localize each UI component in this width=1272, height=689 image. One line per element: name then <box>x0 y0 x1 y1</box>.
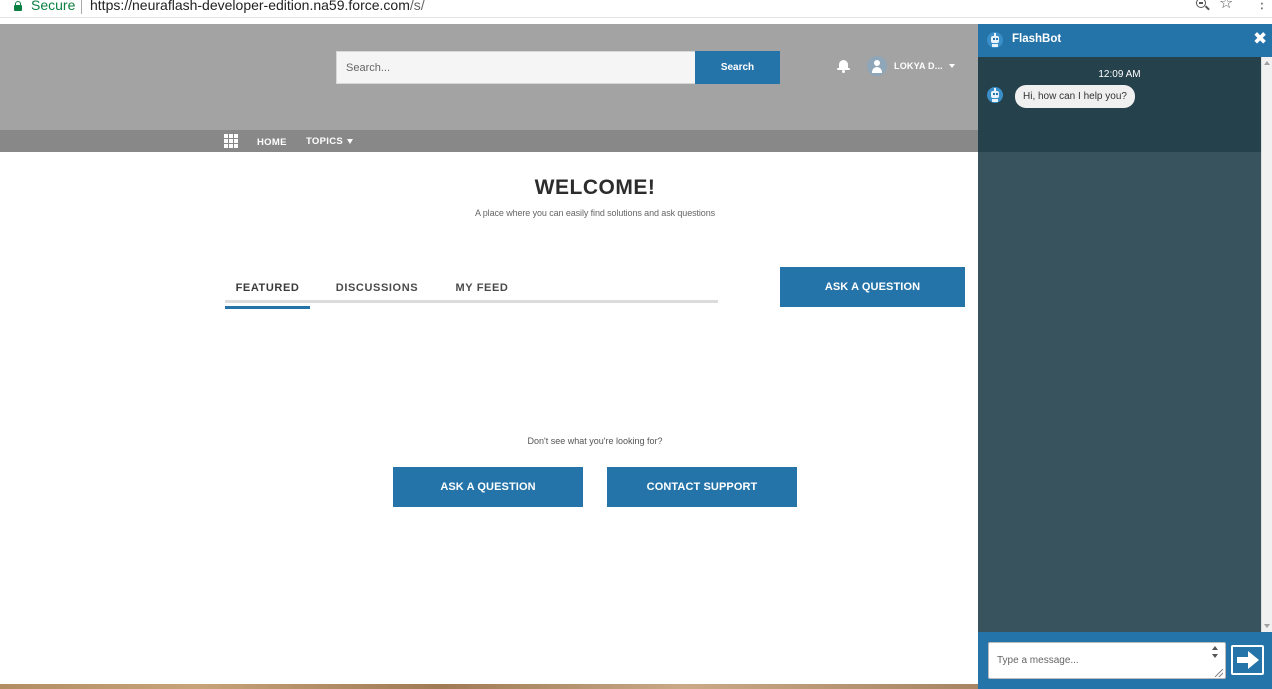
url-path: /s/ <box>409 0 425 13</box>
chat-scrollbar[interactable] <box>1261 57 1272 632</box>
url-host: https://neuraflash-developer-edition.na5… <box>90 0 410 13</box>
scroll-down-icon[interactable] <box>1264 624 1270 628</box>
desktop-background-strip <box>0 684 978 689</box>
ask-question-button[interactable]: ASK A QUESTION <box>780 267 965 307</box>
dont-see-text: Don't see what you're looking for? <box>527 436 663 446</box>
user-menu[interactable]: LOKYA D... <box>867 56 955 76</box>
message-timestamp: 12:09 AM <box>1098 69 1141 80</box>
input-scroll-arrows-icon[interactable] <box>1210 644 1222 664</box>
scroll-up-icon[interactable] <box>1264 61 1270 65</box>
search-button[interactable]: Search <box>695 51 780 84</box>
page-title: WELCOME! <box>534 176 656 199</box>
nav-home-link[interactable]: HOME <box>257 137 287 148</box>
avatar <box>867 56 887 76</box>
browser-menu-icon[interactable]: ⋮ <box>1255 0 1269 10</box>
site-header: Search LOKYA D... <box>0 24 978 130</box>
notifications-bell-icon[interactable] <box>837 59 850 73</box>
chatbot-panel: FlashBot ✖ 12:09 AM Hi, how can I help y… <box>978 24 1272 689</box>
chevron-down-icon <box>347 139 353 144</box>
contact-support-button[interactable]: CONTACT SUPPORT <box>607 467 797 507</box>
tab-featured[interactable]: FEATURED <box>225 282 310 309</box>
user-name: LOKYA D... <box>894 61 943 71</box>
chevron-down-icon <box>948 64 955 68</box>
lock-icon <box>14 1 22 11</box>
tab-my-feed[interactable]: MY FEED <box>452 282 512 294</box>
bot-avatar-icon <box>987 87 1003 103</box>
browser-address-bar: Secure https://neuraflash-developer-edit… <box>0 0 1272 18</box>
zoom-out-icon[interactable] <box>1196 0 1210 14</box>
nav-topics-label: TOPICS <box>306 136 343 147</box>
url-field[interactable]: https://neuraflash-developer-edition.na5… <box>90 0 425 13</box>
app-launcher-icon[interactable] <box>224 134 238 148</box>
navigation-bar: HOME TOPICS <box>0 130 978 152</box>
chat-title: FlashBot <box>1012 33 1062 45</box>
feed-tabs: FEATURED DISCUSSIONS MY FEED <box>225 276 718 309</box>
tab-discussions[interactable]: DISCUSSIONS <box>332 282 422 294</box>
ask-question-bottom-button[interactable]: ASK A QUESTION <box>393 467 583 507</box>
chat-messages: 12:09 AM Hi, how can I help you? <box>978 57 1261 152</box>
chat-header: FlashBot ✖ <box>978 24 1272 57</box>
bot-message-bubble: Hi, how can I help you? <box>1015 85 1135 108</box>
bookmark-star-icon[interactable]: ☆ <box>1219 0 1233 12</box>
search-input[interactable] <box>336 51 696 84</box>
send-button[interactable] <box>1231 645 1264 675</box>
message-input[interactable] <box>988 642 1226 679</box>
bot-icon <box>987 32 1003 48</box>
nav-topics-menu[interactable]: TOPICS <box>306 136 353 147</box>
address-separator <box>81 0 82 14</box>
chat-input-area <box>978 632 1272 689</box>
close-icon[interactable]: ✖ <box>1253 30 1267 47</box>
resize-grip-icon[interactable] <box>1215 669 1223 677</box>
page-subtitle: A place where you can easily find soluti… <box>474 208 716 218</box>
secure-label: Secure <box>31 0 76 13</box>
